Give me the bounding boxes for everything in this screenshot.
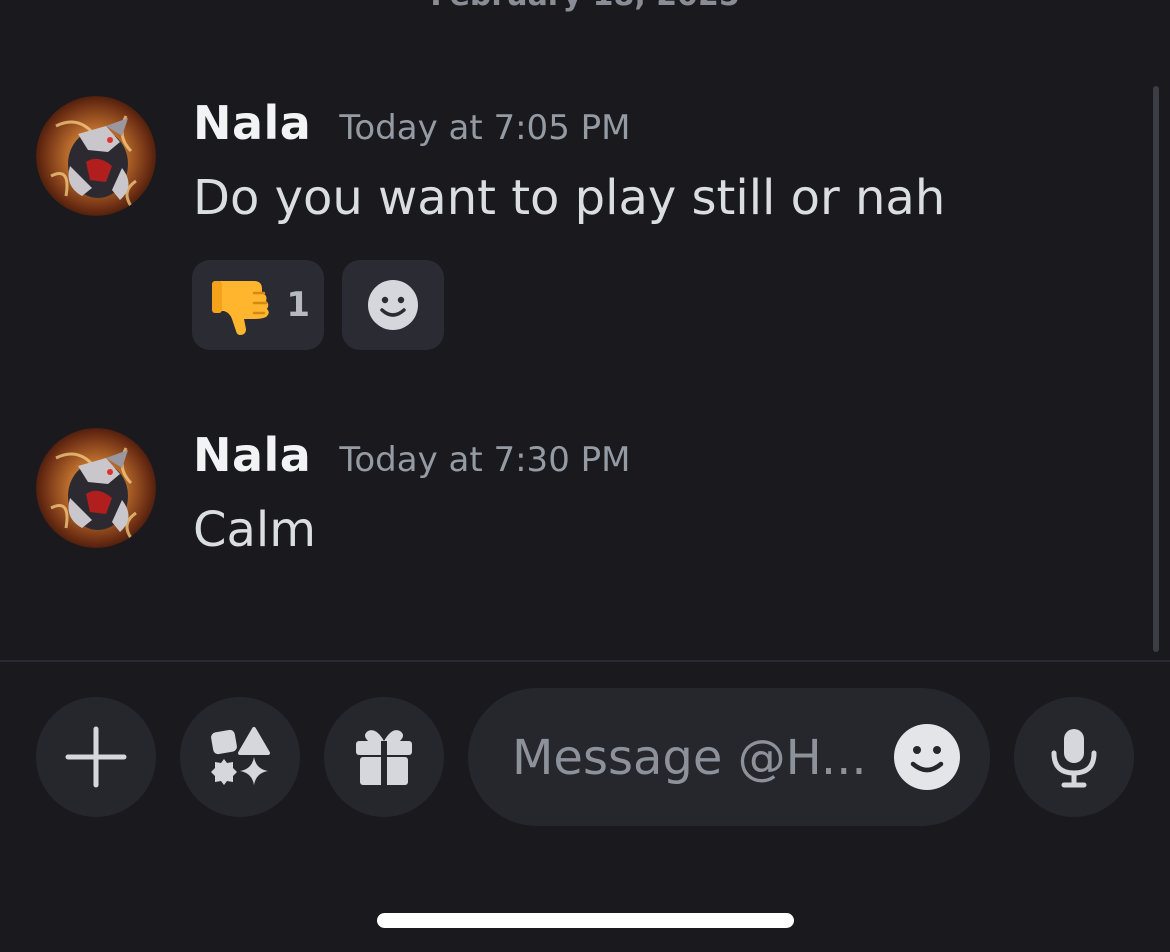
add-reaction-icon — [368, 280, 418, 330]
plus-icon — [65, 726, 127, 788]
author-name[interactable]: Nala — [193, 428, 311, 482]
avatar[interactable] — [36, 428, 156, 548]
timestamp: Today at 7:05 PM — [339, 108, 631, 148]
gift-icon — [356, 730, 412, 785]
scrollbar[interactable] — [1153, 86, 1159, 652]
microphone-button[interactable] — [1014, 697, 1134, 817]
chat-screen: February 18, 2025 — [0, 0, 1170, 952]
apps-icon — [211, 727, 270, 785]
plus-button[interactable] — [36, 697, 156, 817]
apps-button[interactable] — [180, 697, 300, 817]
date-divider: February 18, 2025 — [0, 0, 1170, 26]
home-indicator[interactable] — [377, 913, 794, 928]
message-header: Nala Today at 7:30 PM — [193, 428, 630, 482]
message-input-placeholder: Message @H... — [512, 730, 867, 786]
avatar[interactable] — [36, 96, 156, 216]
smiley-icon — [894, 724, 960, 790]
reactions-row: 1 — [192, 260, 444, 350]
microphone-icon — [1051, 729, 1097, 788]
message-text: Calm — [193, 502, 317, 558]
thumbs-down-icon — [212, 281, 269, 335]
timestamp: Today at 7:30 PM — [339, 440, 631, 480]
gift-button[interactable] — [324, 697, 444, 817]
date-divider-text: February 18, 2025 — [394, 0, 776, 16]
avatar-image — [36, 96, 156, 216]
emoji-button[interactable] — [892, 722, 962, 792]
message-item[interactable]: Nala Today at 7:05 PM Do you want to pla… — [0, 96, 1140, 356]
composer-divider — [0, 660, 1170, 662]
message-header: Nala Today at 7:05 PM — [193, 96, 630, 150]
message-item[interactable]: Nala Today at 7:30 PM Calm — [0, 428, 1140, 558]
message-text: Do you want to play still or nah — [193, 170, 946, 226]
add-reaction-button[interactable] — [342, 260, 444, 350]
avatar-image — [36, 428, 156, 548]
reaction-count: 1 — [286, 285, 310, 325]
message-input[interactable]: Message @H... — [468, 688, 990, 826]
reaction-thumbs-down[interactable]: 1 — [192, 260, 324, 350]
author-name[interactable]: Nala — [193, 96, 311, 150]
